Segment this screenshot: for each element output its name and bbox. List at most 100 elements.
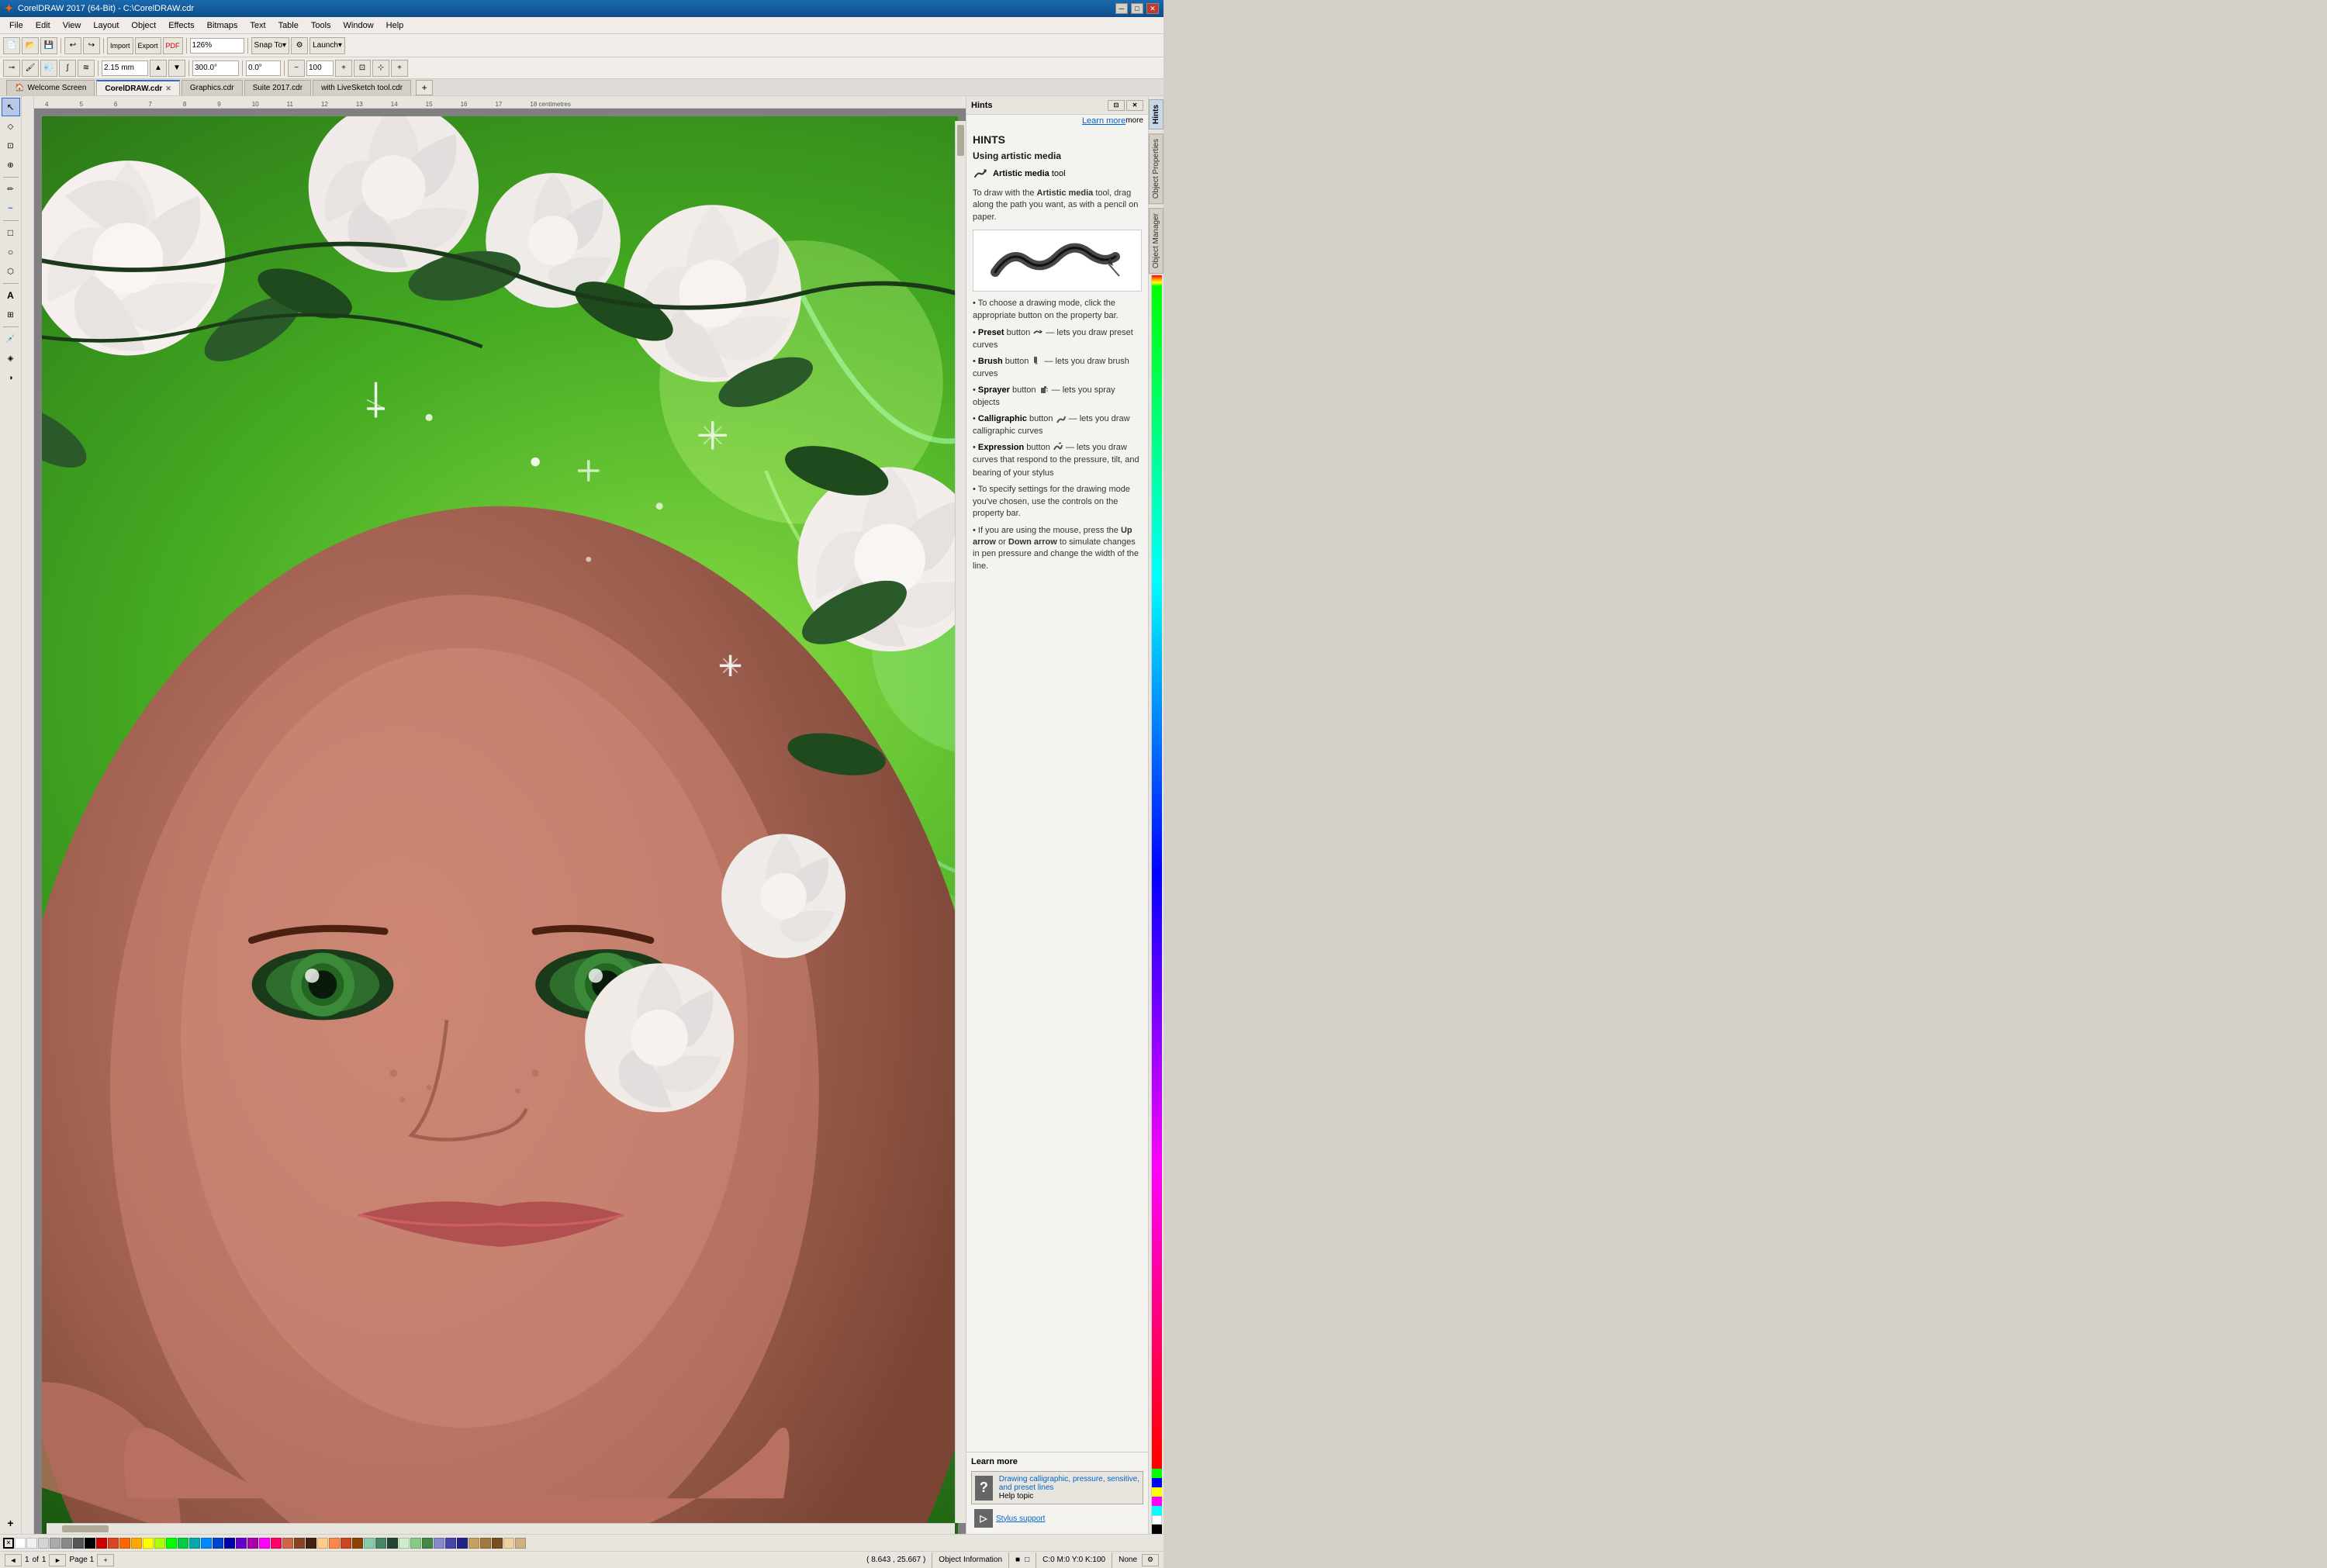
light-orange-swatch[interactable] (131, 1538, 142, 1549)
brown-swatch[interactable] (294, 1538, 305, 1549)
snap-to-button[interactable]: Snap To ▾ (251, 37, 290, 54)
salmon-swatch[interactable] (329, 1538, 340, 1549)
dark-blue-swatch[interactable] (213, 1538, 223, 1549)
plus-button[interactable]: + (335, 60, 352, 77)
select-tool[interactable]: ↖ (2, 98, 20, 116)
hints-close-button[interactable]: ✕ (1126, 100, 1143, 111)
node-tool[interactable]: ◇ (2, 117, 20, 136)
tan-swatch[interactable] (480, 1538, 491, 1549)
menu-item-effects[interactable]: Effects (162, 19, 200, 32)
menu-item-tools[interactable]: Tools (305, 19, 337, 32)
stylus-support-link[interactable]: Stylus support (996, 1514, 1045, 1523)
v-scroll-thumb[interactable] (957, 125, 964, 156)
calligraphic-button[interactable]: ∫ (59, 60, 76, 77)
undo-button[interactable]: ↩ (64, 37, 81, 54)
freehand-tool[interactable]: ✏ (2, 180, 20, 199)
magenta-swatch-p[interactable] (259, 1538, 270, 1549)
saddle-swatch[interactable] (492, 1538, 503, 1549)
blue-swatch[interactable] (1152, 1478, 1162, 1487)
color-gradient-strip[interactable] (1152, 275, 1162, 286)
gray2-swatch[interactable] (50, 1538, 61, 1549)
align-button[interactable]: + (391, 60, 408, 77)
h-scroll-thumb[interactable] (62, 1525, 109, 1532)
zoom-tool[interactable]: ⊕ (2, 156, 20, 174)
menu-item-table[interactable]: Table (272, 19, 305, 32)
menu-item-view[interactable]: View (57, 19, 88, 32)
tab-graphics[interactable]: Graphics.cdr (182, 80, 243, 95)
tab-coreldraw[interactable]: CorelDRAW.cdr ✕ (96, 80, 179, 95)
brown-orange-swatch[interactable] (282, 1538, 293, 1549)
next-page-button[interactable]: ► (49, 1554, 66, 1566)
wheat-swatch[interactable] (503, 1538, 514, 1549)
buff-swatch[interactable] (515, 1538, 526, 1549)
new-button[interactable]: 📄 (3, 37, 20, 54)
drawing-calligraphic-link[interactable]: Drawing calligraphic, pressure, sensitiv… (999, 1475, 1139, 1492)
no-fill-swatch[interactable]: ✕ (3, 1538, 14, 1549)
gray1-swatch[interactable] (38, 1538, 49, 1549)
yellow-green-swatch[interactable] (154, 1538, 165, 1549)
hints-panel-controls[interactable]: ⊡ ✕ (1108, 100, 1143, 111)
dark-forest-swatch[interactable] (387, 1538, 398, 1549)
options-button[interactable]: ⚙ (291, 37, 308, 54)
color-gradient-strip-2[interactable] (1152, 286, 1162, 1459)
mid-green-swatch[interactable] (178, 1538, 188, 1549)
rectangle-tool[interactable]: □ (2, 223, 20, 242)
red-swatch[interactable] (1152, 1459, 1162, 1469)
object-properties-tab[interactable]: Object Properties (1149, 133, 1164, 204)
opacity-input[interactable] (306, 60, 334, 76)
artistic-media-tool[interactable]: ~ (2, 199, 20, 218)
size-stepper-up[interactable]: ▲ (150, 60, 167, 77)
learn-more-top-link[interactable]: Learn more (1082, 116, 1125, 126)
light-green-swatch[interactable] (399, 1538, 410, 1549)
brush-button[interactable]: 🖌 (22, 60, 39, 77)
menu-item-edit[interactable]: Edit (29, 19, 57, 32)
black-swatch[interactable] (1152, 1525, 1162, 1534)
import-button[interactable]: Import (107, 37, 133, 54)
vertical-scrollbar[interactable] (955, 121, 966, 1523)
menu-item-help[interactable]: Help (380, 19, 410, 32)
rust-swatch[interactable] (352, 1538, 363, 1549)
yellow-swatch[interactable] (1152, 1487, 1162, 1497)
status-settings-button[interactable]: ⚙ (1142, 1554, 1159, 1566)
tab-suite[interactable]: Suite 2017.cdr (244, 80, 312, 95)
menu-item-object[interactable]: Object (125, 19, 162, 32)
menu-item-file[interactable]: File (3, 19, 29, 32)
crop-tool[interactable]: ⊡ (2, 136, 20, 155)
transform-button[interactable]: ⊹ (372, 60, 389, 77)
preset-button[interactable]: ⊸ (3, 60, 20, 77)
plus-tool[interactable]: + (2, 1514, 20, 1532)
medium-green-swatch[interactable] (410, 1538, 421, 1549)
smooth-button[interactable]: ~ (288, 60, 305, 77)
dark-brown-swatch[interactable] (306, 1538, 316, 1549)
drawing-lines-help-button[interactable]: ? Drawing calligraphic, pressure, sensit… (971, 1471, 1143, 1504)
pdf-button[interactable]: PDF (163, 37, 183, 54)
hints-float-button[interactable]: ⊡ (1108, 100, 1125, 111)
green-swatch-p[interactable] (166, 1538, 177, 1549)
white-swatch[interactable] (1152, 1515, 1162, 1525)
menu-item-layout[interactable]: Layout (87, 19, 125, 32)
pink-swatch[interactable] (271, 1538, 282, 1549)
close-button[interactable]: ✕ (1146, 3, 1159, 14)
red-swatch-p[interactable] (96, 1538, 107, 1549)
new-tab-button[interactable]: + (416, 80, 433, 95)
horizontal-scrollbar[interactable] (47, 1523, 955, 1534)
size-stepper-down[interactable]: ▼ (168, 60, 185, 77)
tab-livesketch[interactable]: with LiveSketch tool.cdr (313, 80, 411, 95)
forest-swatch[interactable] (375, 1538, 386, 1549)
sage-swatch[interactable] (364, 1538, 375, 1549)
minimize-button[interactable]: ─ (1115, 3, 1128, 14)
save-button[interactable]: 💾 (40, 37, 57, 54)
expression-button[interactable]: ≋ (78, 60, 95, 77)
restore-button[interactable]: □ (1131, 3, 1143, 14)
indigo-swatch[interactable] (457, 1538, 468, 1549)
canvas-area[interactable]: 4 5 6 7 8 9 10 11 12 13 14 15 16 17 18 c… (22, 96, 966, 1534)
green-swatch[interactable] (1152, 1469, 1162, 1478)
olive-swatch[interactable] (422, 1538, 433, 1549)
launch-button[interactable]: Launch ▾ (309, 37, 345, 54)
magenta-swatch[interactable] (1152, 1497, 1162, 1506)
size-input[interactable] (102, 60, 148, 76)
tab-welcome[interactable]: 🏠 Welcome Screen (6, 80, 95, 95)
blue-swatch-p[interactable] (201, 1538, 212, 1549)
redo-button[interactable]: ↪ (83, 37, 100, 54)
tab-close-coreldraw[interactable]: ✕ (165, 85, 171, 93)
